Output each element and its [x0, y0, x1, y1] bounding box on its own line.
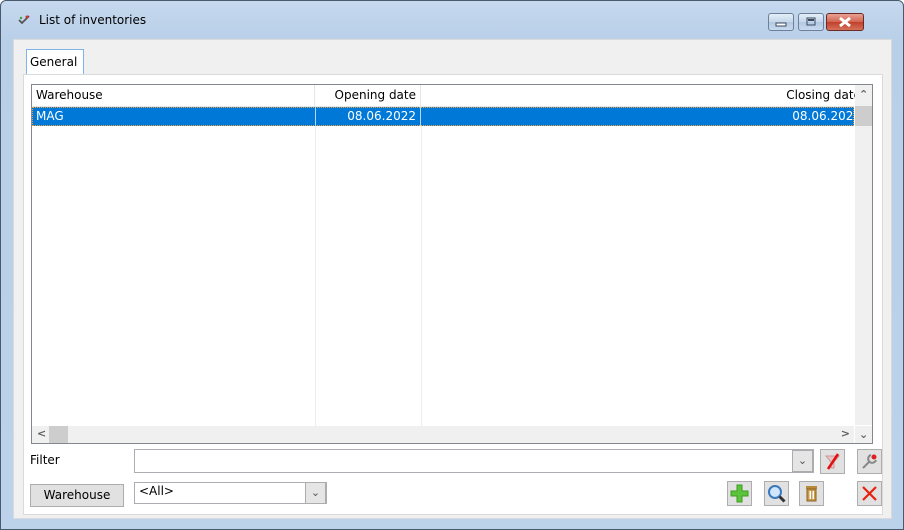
wrench-icon	[862, 454, 877, 469]
view-button[interactable]	[764, 481, 789, 506]
title-bar[interactable]: List of inventories	[1, 1, 903, 35]
column-header-warehouse-label: Warehouse	[36, 88, 103, 102]
window: List of inventories General Warehouse Op…	[0, 0, 904, 530]
minimize-button[interactable]	[768, 13, 794, 31]
horizontal-scroll-thumb[interactable]	[49, 426, 68, 443]
column-header-closing-date-label: Closing date	[786, 88, 861, 102]
warehouse-select[interactable]: <All>	[134, 482, 327, 504]
cell-warehouse: MAG	[36, 109, 64, 123]
clear-filter-button[interactable]	[820, 449, 845, 474]
delete-button[interactable]	[799, 481, 824, 506]
column-header-warehouse[interactable]: Warehouse	[32, 85, 315, 106]
scroll-right-icon[interactable]: >	[841, 427, 850, 440]
client-area: General Warehouse Opening date Closing d…	[13, 39, 892, 519]
minimize-icon	[775, 22, 787, 27]
horizontal-scrollbar[interactable]: < >	[32, 426, 854, 443]
warehouse-select-value: <All>	[139, 484, 174, 498]
close-button[interactable]	[857, 481, 882, 506]
cell-closing-date: 08.06.2022	[792, 109, 861, 123]
filter-label: Filter	[30, 453, 60, 467]
filter-input[interactable]	[134, 449, 814, 473]
maximize-icon	[806, 17, 816, 26]
maximize-button[interactable]	[798, 13, 824, 31]
inventories-grid: Warehouse Opening date Closing date MAG …	[31, 84, 873, 444]
plus-icon	[730, 484, 749, 503]
close-window-button[interactable]	[826, 13, 864, 31]
grid-header: Warehouse Opening date Closing date	[32, 85, 861, 107]
warehouse-button-label: Warehouse	[43, 488, 111, 502]
column-header-closing-date[interactable]: Closing date	[421, 85, 865, 106]
column-divider	[315, 126, 316, 426]
column-header-opening-date-label: Opening date	[334, 88, 416, 102]
cell-opening-date: 08.06.2022	[315, 107, 421, 126]
filter-settings-button[interactable]	[857, 449, 882, 474]
scroll-corner: ⌄	[855, 426, 872, 443]
close-x-icon	[862, 486, 877, 501]
close-icon	[839, 16, 851, 28]
warehouse-dropdown-button[interactable]: ⌄	[305, 482, 326, 504]
filter-dropdown-button[interactable]: ⌄	[792, 450, 813, 472]
scroll-down-icon[interactable]: ⌄	[859, 428, 868, 441]
add-button[interactable]	[727, 481, 752, 506]
scroll-left-icon[interactable]: <	[37, 427, 46, 440]
tab-general[interactable]: General	[26, 49, 84, 75]
vertical-scroll-thumb[interactable]	[855, 106, 872, 126]
vertical-scrollbar[interactable]: ⌃	[855, 85, 872, 425]
column-divider	[421, 126, 422, 426]
table-row[interactable]: MAG 08.06.2022 08.06.2022	[32, 107, 861, 126]
magnifier-icon	[768, 485, 786, 503]
tab-panel: Warehouse Opening date Closing date MAG …	[23, 74, 883, 515]
inventory-check-icon	[18, 15, 30, 25]
column-header-opening-date[interactable]: Opening date	[315, 85, 421, 106]
funnel-clear-icon	[824, 453, 841, 470]
window-title: List of inventories	[39, 13, 147, 27]
tab-general-label: General	[30, 55, 78, 69]
trash-icon	[806, 486, 817, 502]
warehouse-button[interactable]: Warehouse	[30, 484, 124, 507]
scroll-up-icon[interactable]: ⌃	[859, 88, 868, 101]
